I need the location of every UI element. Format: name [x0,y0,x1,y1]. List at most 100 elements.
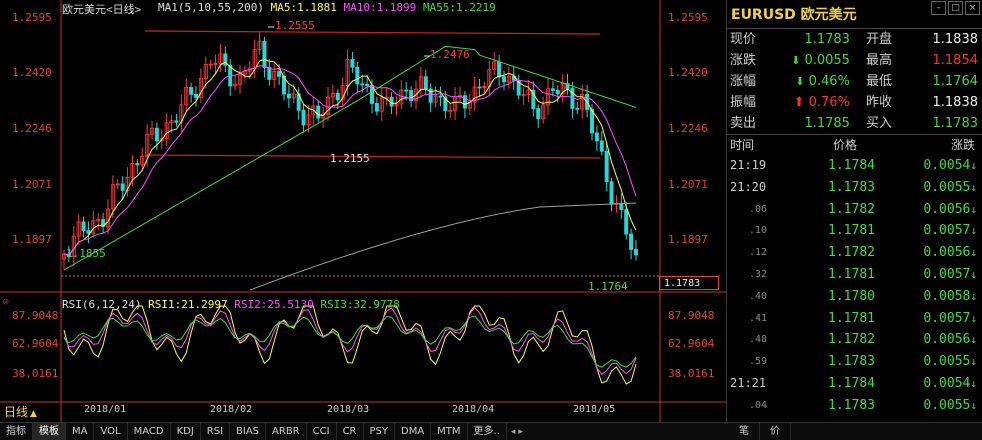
period-selector[interactable]: 日线 ▲ [4,403,37,420]
tick-price: 1.1781 [828,266,875,282]
candle-body [350,59,355,68]
indicator-tab[interactable]: ARBR [266,423,307,440]
annotation-low1: 1.1855 [66,247,106,260]
rsi2-value: RSI2:25.5130 [234,298,314,311]
tick-change-value: 0.0056 [923,332,971,348]
arrow-down-icon: ↓ [970,224,977,238]
rsi1-line [63,305,637,385]
tick-change: 0.0054↓ [877,373,981,395]
tick-time: .10 [749,225,768,237]
candle-body [594,132,599,142]
tick-price: 1.1784 [828,158,875,173]
x-label-feb: 2018/02 [210,404,253,415]
y-label-right-3: 1.2246 [668,122,708,135]
indicator-tab[interactable]: CCI [307,423,337,440]
tick-time: .41 [749,312,768,324]
minimize-icon[interactable]: – [931,1,946,15]
quote-panel: EURUSD 欧元美元 – □ × 现价 1.1783 开盘 1.1838 涨跌 ⬇ 0.… [726,0,982,422]
tick-change-value: 0.0057 [923,223,971,239]
candle-body [599,140,604,152]
stat-label: 卖出 [730,116,757,131]
y-label-right-2: 1.2420 [668,66,708,79]
tick-change-value: 0.0056 [923,201,971,217]
indicator-tab[interactable]: MACD [128,423,171,440]
ma5-value: MA5:1.1881 [270,1,337,14]
kline-chart-area[interactable]: 1.2555 1.2476 1.2155 1.1855 1.1764 欧元美元<日线> … [0,0,726,422]
arrow-up-icon: ⬆ [793,95,805,110]
stat-label: 开盘 [865,32,892,47]
rsi-legend: RSI(6,12,24) RSI1:21.2997 RSI2:25.5130 R… [62,298,400,311]
arrow-left-icon[interactable]: ◂ [511,427,516,437]
indicator-tab[interactable]: VOL [94,423,128,440]
tick-change: 0.0057↓ [877,264,981,286]
ticks-header: 时间 价格 涨跌 [727,134,982,155]
tick-row: .06 1.1782 0.0056↓ [727,199,982,221]
candle-body [575,107,580,110]
indicator-tab[interactable]: RSI [201,423,231,440]
rsi-label-right-1: 87.9048 [668,309,715,322]
stat-value: 1.1783 [765,29,856,50]
y-label-right-4: 1.2071 [668,178,708,191]
tick-change: 0.0057↓ [877,308,981,330]
side-tab[interactable]: 笔 [729,423,760,440]
rsi-label: RSI(6,12,24) [62,298,142,311]
candle-body [497,61,502,78]
stat-value-text: 0.46% [808,74,850,89]
restore-icon[interactable]: □ [948,1,963,15]
tick-row: .32 1.1781 0.0057↓ [727,264,982,286]
indicator-tab[interactable]: CR [337,423,364,440]
indicator-tab[interactable]: 更多.. [468,423,507,440]
indicator-tab[interactable]: 指标 [0,423,33,440]
side-tab[interactable]: 价 [760,423,791,440]
indicator-tab[interactable]: DMA [395,423,432,440]
arrow-down-icon: ↓ [970,376,977,390]
arrow-right-icon[interactable]: ▸ [518,427,523,437]
candle-body [135,163,140,166]
annotation-last-low: 1.1764 [588,280,628,293]
candle-body [277,71,282,77]
arrow-down-icon: ↓ [970,202,977,216]
rsi3-line [63,315,637,368]
candle-body [423,76,428,90]
candle-body [438,95,443,98]
indicator-tab[interactable]: KDJ [171,423,201,440]
tick-time: .48 [749,334,768,346]
arrow-down-icon: ⬇ [795,75,805,88]
indicator-settings-icon[interactable]: ◎ [3,297,8,307]
kline-chart-svg[interactable]: 1.2555 1.2476 1.2155 1.1855 1.1764 [0,0,726,422]
close-icon[interactable]: × [965,1,980,15]
indicator-tab[interactable]: BIAS [230,423,267,440]
stat-value: 1.1764 [932,74,979,89]
ma55-value: MA55:1.2219 [422,1,496,14]
candle-body [555,90,560,95]
indicator-tab[interactable]: 模板 [33,423,66,440]
tick-change: 0.0057↓ [877,220,981,242]
indicator-tab[interactable]: MTM [431,423,468,440]
rsi-label-left-1: 87.9048 [12,309,59,322]
rsi1-value: RSI1:21.2997 [148,298,228,311]
tick-change-value: 0.0054 [923,158,971,173]
ma-legend: MA1(5,10,55,200) MA5:1.1881 MA10:1.1899 … [158,1,496,14]
tick-price: 1.1784 [828,375,875,391]
scroll-arrows[interactable]: ◂ ▸ [507,427,527,437]
candle-body [81,221,86,231]
tick-price: 1.1782 [828,332,875,348]
stat-value: ⬇ 0.0055 [765,50,856,71]
indicator-tab[interactable]: PSY [364,423,395,440]
stat-row: 振幅 ⬆ 0.76% 昨收 1.1838 [727,92,982,113]
indicator-tab[interactable]: MA [66,423,95,440]
candle-body [286,93,291,99]
tick-row: .12 1.1782 0.0056↓ [727,242,982,264]
tick-time: 21:19 [730,158,767,172]
ma-label: MA1(5,10,55,200) [158,1,264,14]
indicator-tab-bar: 指标 模板 MA VOL MACD KDJ RSI BIAS ARBR CCI CR PSY DMA MT… [0,422,982,440]
candle-body [609,181,614,205]
stat-label: 涨跌 [730,53,757,68]
candle-body [174,120,179,123]
candle-body [404,89,409,92]
tick-row: .41 1.1781 0.0057↓ [727,308,982,330]
candle-body [619,202,624,211]
x-label-mar: 2018/03 [327,404,370,415]
ticks-list[interactable]: 21:19 1.1784 0.0054↓ 21:20 1.1783 0.0055↓ .06 1… [727,155,982,417]
arrow-down-icon: ↓ [970,267,977,281]
